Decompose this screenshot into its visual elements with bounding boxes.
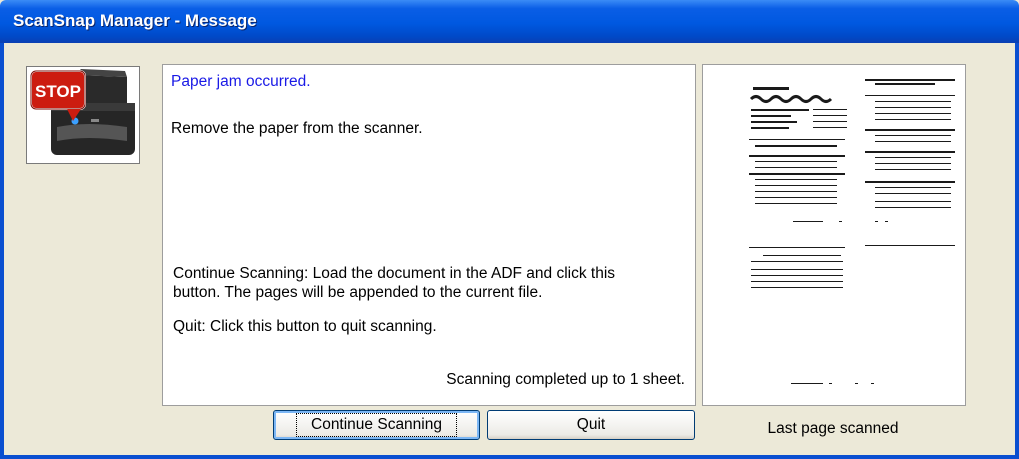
window-frame-left	[0, 43, 4, 459]
quit-button[interactable]: Quit	[487, 410, 695, 440]
continue-scanning-label: Continue Scanning	[296, 413, 457, 437]
scanned-page-thumbnail	[749, 79, 955, 384]
title-bar[interactable]: ScanSnap Manager - Message	[0, 0, 1019, 43]
stop-scanner-icon: STOP	[26, 66, 140, 164]
message-panel: Paper jam occurred. Remove the paper fro…	[162, 64, 696, 406]
continue-help-line2: button. The pages will be appended to th…	[173, 284, 543, 301]
continue-help: Continue Scanning: Load the document in …	[173, 264, 615, 302]
quit-help: Quit: Click this button to quit scanning…	[173, 318, 437, 335]
continue-scanning-button[interactable]: Continue Scanning	[273, 410, 480, 440]
message-window: ScanSnap Manager - Message STOP Paper ja…	[0, 0, 1019, 459]
stop-badge-text: STOP	[35, 82, 81, 101]
last-page-preview	[702, 64, 966, 406]
error-title: Paper jam occurred.	[171, 73, 311, 90]
window-title: ScanSnap Manager - Message	[13, 11, 257, 30]
scan-status: Scanning completed up to 1 sheet.	[446, 371, 685, 388]
error-instruction: Remove the paper from the scanner.	[171, 120, 423, 137]
preview-caption: Last page scanned	[767, 420, 899, 437]
window-frame-bottom	[0, 455, 1019, 459]
window-frame-right	[1015, 43, 1019, 459]
continue-help-line1: Continue Scanning: Load the document in …	[173, 265, 616, 282]
scanner-illustration: STOP	[30, 69, 135, 155]
